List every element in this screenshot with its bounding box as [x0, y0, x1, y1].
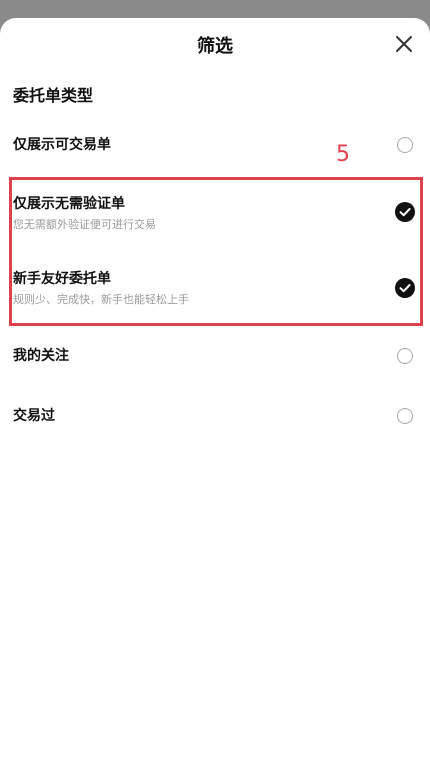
- section-title: 委托单类型: [13, 86, 94, 105]
- radio-unchecked-icon[interactable]: [397, 408, 413, 424]
- annotation-number: 5: [336, 142, 350, 167]
- option-traded-before[interactable]: 交易过: [0, 400, 430, 456]
- option-my-follows[interactable]: 我的关注: [0, 339, 430, 395]
- sheet-header: 筛选: [0, 18, 430, 70]
- option-tradable-only[interactable]: 仅展示可交易单: [0, 128, 430, 184]
- radio-unchecked-icon[interactable]: [397, 348, 413, 364]
- option-label: 交易过: [13, 408, 55, 424]
- annotation-highlight-box: [9, 177, 423, 326]
- close-icon[interactable]: [392, 32, 416, 56]
- option-label: 仅展示可交易单: [13, 137, 111, 153]
- sheet-title: 筛选: [197, 36, 233, 57]
- option-label: 我的关注: [13, 348, 69, 364]
- filter-sheet: 筛选 委托单类型 仅展示可交易单 仅展示无需验证单 您无需额外验证便可进行交易 …: [0, 18, 430, 774]
- radio-unchecked-icon[interactable]: [397, 137, 413, 153]
